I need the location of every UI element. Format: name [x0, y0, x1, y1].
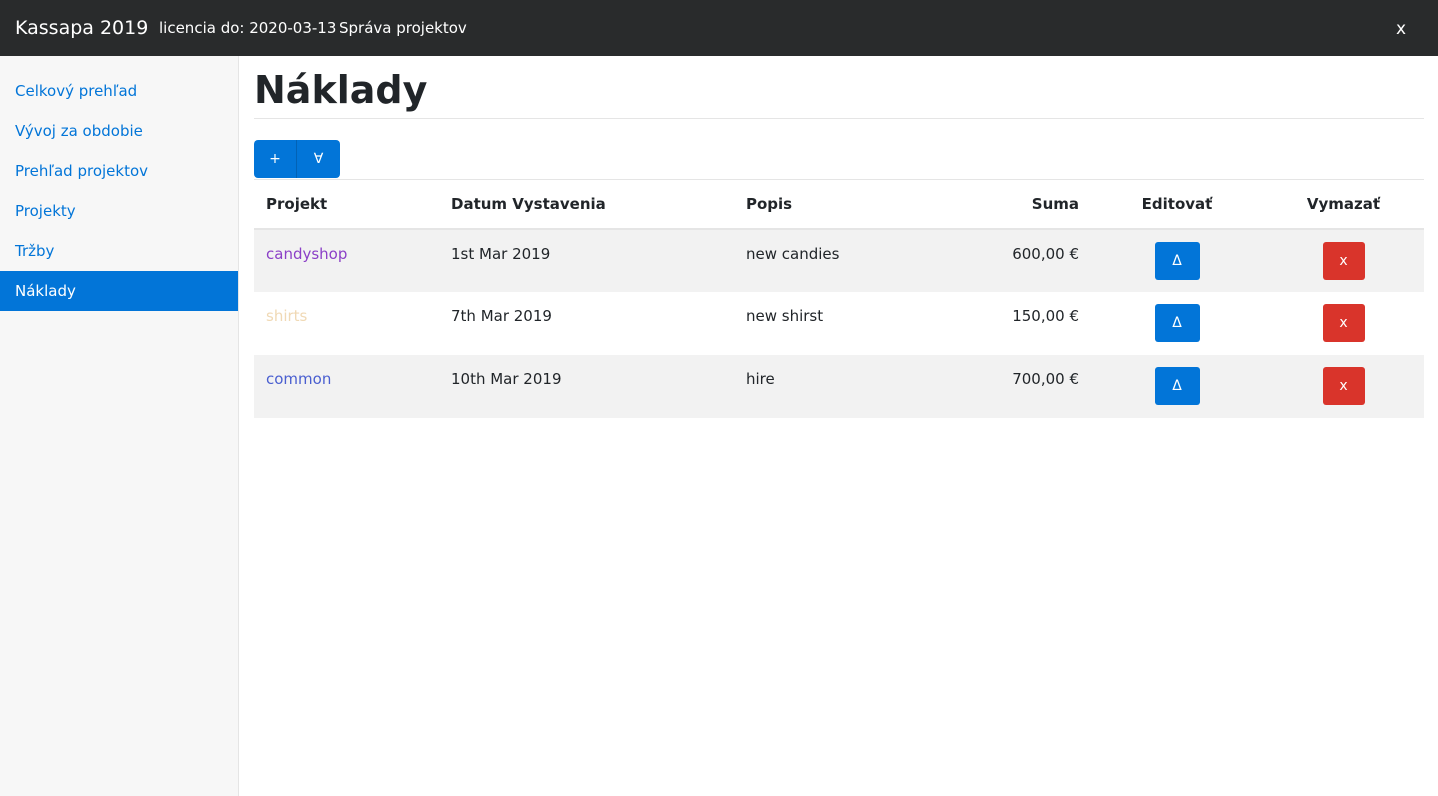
column-header-description: Popis	[734, 179, 934, 230]
license-info: licencia do: 2020-03-13	[159, 19, 337, 37]
edit-button[interactable]: Δ	[1154, 303, 1200, 342]
sidebar: Celkový prehľad Vývoj za obdobie Prehľad…	[0, 56, 239, 796]
column-header-date: Datum Vystavenia	[439, 179, 734, 230]
project-link[interactable]: shirts	[266, 307, 307, 325]
date-cell: 10th Mar 2019	[439, 354, 734, 418]
description-cell: new shirst	[734, 291, 934, 355]
date-cell: 7th Mar 2019	[439, 291, 734, 355]
column-header-sum: Suma	[934, 179, 1091, 230]
manage-projects-link[interactable]: Správa projektov	[339, 18, 467, 39]
sidebar-item-project-overview[interactable]: Prehľad projektov	[0, 151, 238, 191]
sum-cell: 600,00 €	[934, 228, 1091, 292]
table-row: shirts 7th Mar 2019 new shirst 150,00 € …	[254, 291, 1424, 355]
toolbar: + ∀	[254, 140, 1424, 178]
page-title: Náklady	[254, 67, 1424, 119]
top-navbar: Kassapa 2019 licencia do: 2020-03-13 Spr…	[0, 0, 1438, 56]
date-cell: 1st Mar 2019	[439, 228, 734, 292]
project-link[interactable]: common	[266, 370, 331, 388]
table-row: candyshop 1st Mar 2019 new candies 600,0…	[254, 228, 1424, 292]
close-button[interactable]: x	[1396, 17, 1406, 41]
add-cost-button[interactable]: +	[254, 140, 297, 178]
sidebar-item-overview[interactable]: Celkový prehľad	[0, 71, 238, 111]
edit-button[interactable]: Δ	[1154, 241, 1200, 280]
description-cell: hire	[734, 354, 934, 418]
sum-cell: 700,00 €	[934, 354, 1091, 418]
delete-button[interactable]: x	[1322, 241, 1365, 280]
delete-button[interactable]: x	[1322, 303, 1365, 342]
app-brand[interactable]: Kassapa 2019	[15, 15, 148, 41]
edit-button[interactable]: Δ	[1154, 366, 1200, 405]
sidebar-item-period-development[interactable]: Vývoj za obdobie	[0, 111, 238, 151]
table-header-row: Projekt Datum Vystavenia Popis Suma Edit…	[254, 179, 1424, 230]
column-header-edit: Editovať	[1091, 179, 1263, 230]
sidebar-item-costs[interactable]: Náklady	[0, 271, 238, 311]
costs-table: Projekt Datum Vystavenia Popis Suma Edit…	[254, 179, 1424, 418]
column-header-project: Projekt	[254, 179, 439, 230]
main-content: Náklady + ∀ Projekt Datum Vystavenia Pop…	[254, 56, 1424, 418]
sum-cell: 150,00 €	[934, 291, 1091, 355]
delete-button[interactable]: x	[1322, 366, 1365, 405]
project-link[interactable]: candyshop	[266, 245, 347, 263]
column-header-delete: Vymazať	[1263, 179, 1424, 230]
description-cell: new candies	[734, 228, 934, 292]
sidebar-item-revenues[interactable]: Tržby	[0, 231, 238, 271]
table-row: common 10th Mar 2019 hire 700,00 € Δ x	[254, 354, 1424, 418]
show-all-button[interactable]: ∀	[297, 140, 340, 178]
sidebar-item-projects[interactable]: Projekty	[0, 191, 238, 231]
